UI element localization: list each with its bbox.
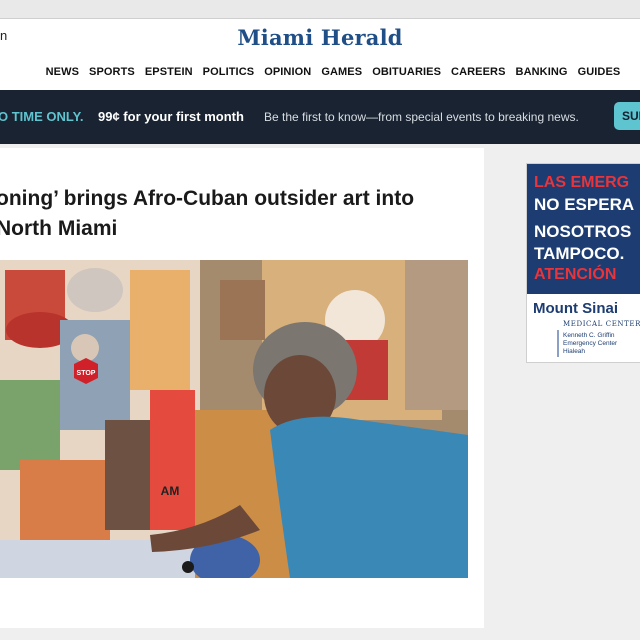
nav-item-banking[interactable]: BANKING bbox=[511, 66, 573, 78]
ad-center-line-2: Emergency Center bbox=[563, 340, 618, 347]
advertisement-mount-sinai[interactable]: LAS EMERG NO ESPERA NOSOTROS TAMPOCO. AT… bbox=[526, 163, 640, 363]
nav-item-games[interactable]: GAMES bbox=[316, 66, 367, 78]
promo-tagline: Be the first to know—from special events… bbox=[264, 110, 579, 124]
ad-line-2: NO ESPERA bbox=[534, 195, 635, 214]
nav-item-politics[interactable]: POLITICS bbox=[198, 66, 260, 78]
article-photo[interactable]: STOP AM bbox=[0, 260, 468, 578]
ad-line-1: LAS EMERG bbox=[534, 174, 630, 191]
browser-top-strip bbox=[0, 0, 640, 18]
article-card: oning’ brings Afro-Cuban outsider art in… bbox=[0, 148, 484, 628]
site-header: n Miami Herald bbox=[0, 18, 640, 55]
photo-artwork: STOP AM bbox=[0, 260, 468, 578]
nav-item-obituaries[interactable]: OBITUARIES bbox=[367, 66, 446, 78]
nav-item-opinion[interactable]: OPINION bbox=[259, 66, 316, 78]
ad-center-line-3: Hialeah bbox=[563, 348, 586, 355]
site-logo[interactable]: Miami Herald bbox=[0, 25, 640, 50]
article-headline[interactable]: oning’ brings Afro-Cuban outsider art in… bbox=[0, 184, 466, 244]
photo-collage-text: AM bbox=[161, 484, 180, 498]
ad-line-4: TAMPOCO. bbox=[534, 244, 625, 263]
subscribe-button[interactable]: SUB bbox=[614, 102, 640, 130]
main-nav: NEWS SPORTS EPSTEIN POLITICS OPINION GAM… bbox=[0, 54, 640, 91]
promo-limited-text: O TIME ONLY. bbox=[0, 109, 84, 124]
ad-divider bbox=[557, 330, 559, 357]
nav-item-careers[interactable]: CAREERS bbox=[446, 66, 511, 78]
nav-item-guides[interactable]: GUIDES bbox=[573, 66, 626, 78]
subscription-promo-banner[interactable]: O TIME ONLY. 99¢ for your first month Be… bbox=[0, 90, 640, 144]
nav-item-epstein[interactable]: EPSTEIN bbox=[140, 66, 198, 78]
ad-brand-name: Mount Sinai bbox=[533, 300, 618, 317]
ad-brand-subtitle: MEDICAL CENTER bbox=[563, 320, 640, 328]
promo-offer-text: 99¢ for your first month bbox=[98, 109, 244, 124]
photo-stop-sign-text: STOP bbox=[77, 370, 96, 377]
ad-line-3: NOSOTROS bbox=[534, 222, 632, 241]
ad-center-line-1: Kenneth C. Griffin bbox=[563, 332, 615, 339]
nav-item-news[interactable]: NEWS bbox=[41, 66, 84, 78]
ad-line-5: ATENCIÓN bbox=[534, 266, 617, 283]
nav-item-sports[interactable]: SPORTS bbox=[84, 66, 140, 78]
